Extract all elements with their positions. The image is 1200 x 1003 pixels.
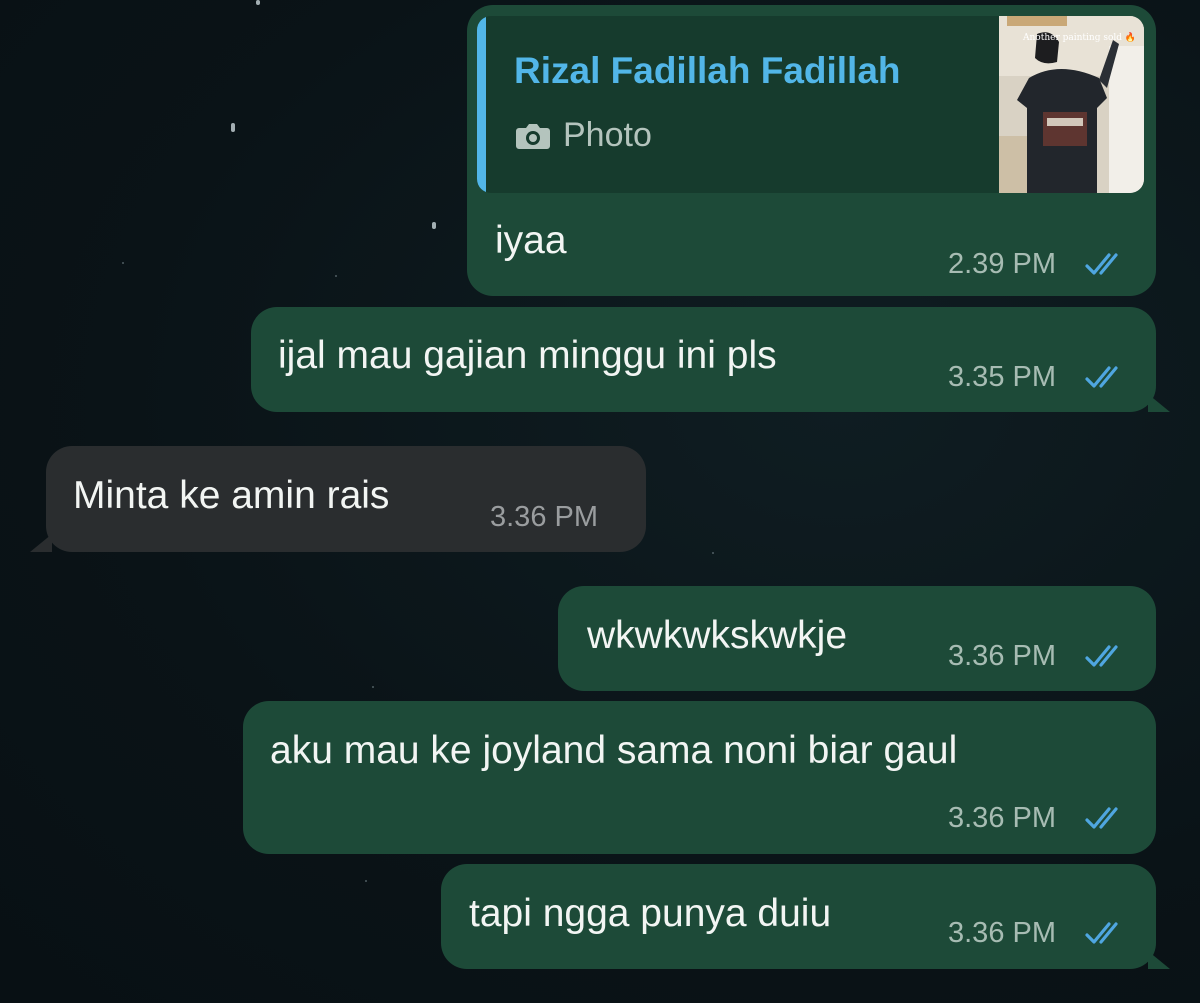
thumbnail-caption: Another painting sold 🔥 (1023, 33, 1137, 43)
message-time: 2.39 PM (948, 248, 1056, 280)
reply-type-label: Photo (563, 116, 652, 154)
reply-accent-bar (477, 16, 486, 193)
message-time: 3.36 PM (948, 802, 1056, 834)
wallpaper-dot (335, 275, 337, 277)
wallpaper-dot (712, 552, 714, 554)
read-receipt-icon (1085, 366, 1118, 388)
wallpaper-dot (365, 880, 367, 882)
reply-photo-thumbnail[interactable]: Another painting sold 🔥 (999, 16, 1144, 193)
bubble-tail (30, 534, 52, 552)
reply-sender-name: Rizal Fadillah Fadillah (514, 50, 901, 91)
read-receipt-icon (1085, 253, 1118, 275)
wallpaper-star (231, 123, 235, 132)
read-receipt-icon (1085, 922, 1118, 944)
wallpaper-dot (122, 262, 124, 264)
bubble-tail (1148, 951, 1170, 969)
wallpaper-dot (372, 686, 374, 688)
message-time: 3.35 PM (948, 361, 1056, 393)
message-text: wkwkwkskwkje (587, 614, 848, 657)
bubble-tail (1148, 394, 1170, 412)
message-time: 3.36 PM (948, 640, 1056, 672)
message-text: iyaa (495, 219, 567, 262)
read-receipt-icon (1085, 645, 1118, 667)
message-time: 3.36 PM (948, 917, 1056, 949)
message-text: ijal mau gajian minggu ini pls (278, 334, 777, 377)
message-text: Minta ke amin rais (73, 474, 390, 517)
message-text: tapi ngga punya duiu (469, 892, 832, 935)
message-text: aku mau ke joyland sama noni biar gaul (270, 729, 958, 772)
read-receipt-icon (1085, 807, 1118, 829)
wallpaper-star (432, 222, 436, 229)
camera-icon (516, 124, 550, 149)
message-time: 3.36 PM (490, 501, 598, 533)
wallpaper-star (256, 0, 260, 5)
